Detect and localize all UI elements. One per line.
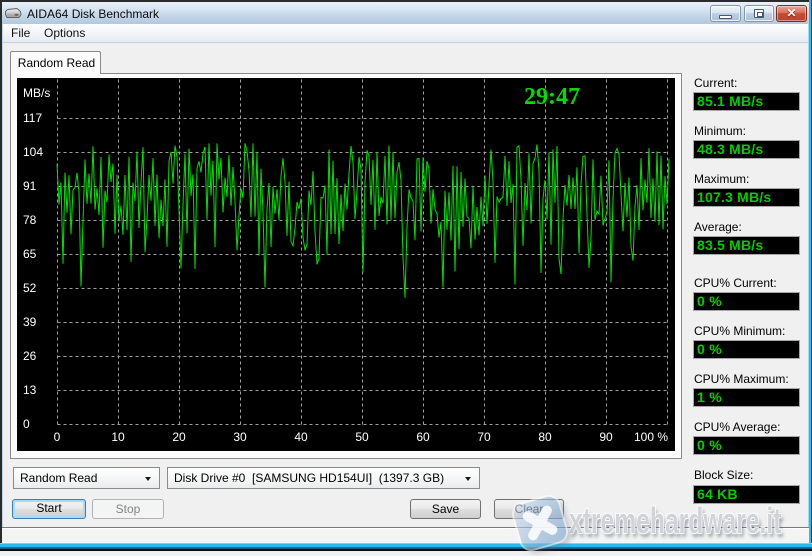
svg-text:40: 40 xyxy=(294,430,308,444)
svg-text:60: 60 xyxy=(416,430,430,444)
svg-text:39: 39 xyxy=(23,315,37,329)
svg-text:29:47: 29:47 xyxy=(524,84,580,110)
svg-text:90: 90 xyxy=(599,430,613,444)
svg-text:117: 117 xyxy=(23,111,42,125)
svg-text:52: 52 xyxy=(23,281,37,295)
svg-text:30: 30 xyxy=(233,430,247,444)
svg-text:65: 65 xyxy=(23,247,37,261)
svg-text:10: 10 xyxy=(111,430,125,444)
svg-text:13: 13 xyxy=(23,383,37,397)
svg-text:50: 50 xyxy=(355,430,369,444)
svg-text:26: 26 xyxy=(23,349,37,363)
svg-text:91: 91 xyxy=(23,179,37,193)
svg-text:80: 80 xyxy=(538,430,552,444)
svg-text:0: 0 xyxy=(23,417,30,431)
svg-text:MB/s: MB/s xyxy=(23,86,50,100)
svg-text:104: 104 xyxy=(23,145,43,159)
svg-text:0: 0 xyxy=(54,430,61,444)
svg-text:78: 78 xyxy=(23,213,37,227)
svg-text:70: 70 xyxy=(477,430,491,444)
svg-text:20: 20 xyxy=(172,430,186,444)
svg-text:100 %: 100 % xyxy=(634,430,668,444)
